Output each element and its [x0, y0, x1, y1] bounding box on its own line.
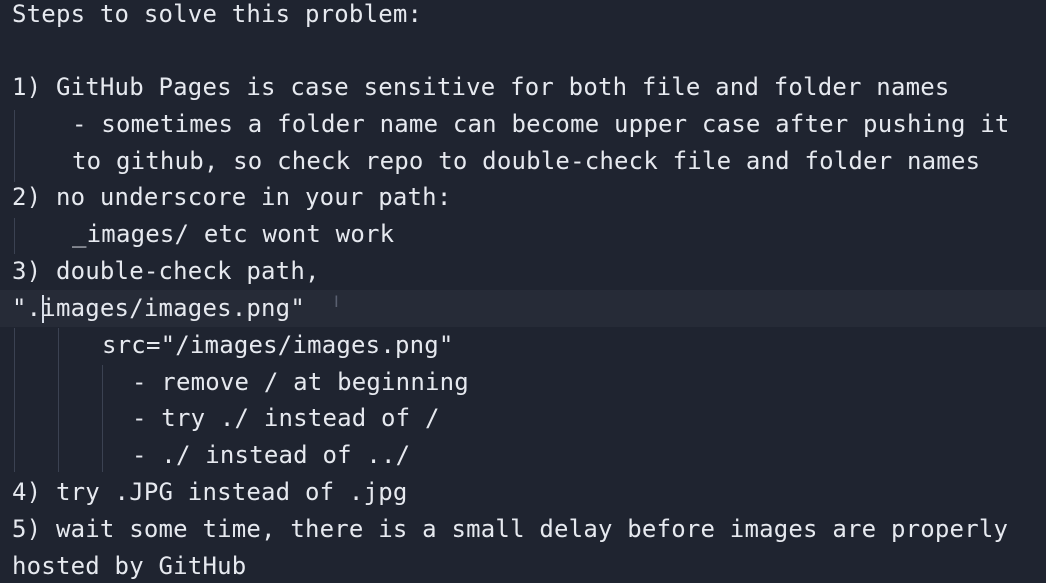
line-text: - try ./ instead of /: [132, 404, 440, 432]
text-cursor: [42, 295, 44, 323]
editor-line[interactable]: src="/images/images.png": [0, 327, 1046, 364]
editor-line[interactable]: [0, 33, 1046, 70]
editor-line[interactable]: 4) try .JPG instead of .jpg: [0, 474, 1046, 511]
editor-line[interactable]: 2) no underscore in your path:: [0, 179, 1046, 216]
mouse-ibeam-icon: I: [334, 292, 339, 311]
line-text: 1) GitHub Pages is case sensitive for bo…: [12, 73, 950, 101]
line-text: 3) double-check path,: [12, 257, 320, 285]
editor-line[interactable]: 5) wait some time, there is a small dela…: [0, 511, 1046, 548]
line-text: to github, so check repo to double-check…: [72, 147, 981, 175]
line-text: - ./ instead of ../: [132, 441, 411, 469]
editor-line[interactable]: - remove / at beginning: [0, 364, 1046, 401]
editor-line[interactable]: - try ./ instead of /: [0, 400, 1046, 437]
editor-line-current[interactable]: ".images/images.png" I: [0, 290, 1046, 327]
code-editor[interactable]: Steps to solve this problem: 1) GitHub P…: [0, 0, 1046, 583]
line-text: ".images/images.png": [12, 294, 305, 322]
editor-line[interactable]: 3) double-check path,: [0, 253, 1046, 290]
editor-line[interactable]: hosted by GitHub: [0, 548, 1046, 583]
line-text: 5) wait some time, there is a small dela…: [12, 515, 1009, 543]
editor-line[interactable]: Steps to solve this problem:: [0, 0, 1046, 33]
line-text: src="/images/images.png": [102, 331, 454, 359]
editor-line[interactable]: to github, so check repo to double-check…: [0, 143, 1046, 180]
editor-line[interactable]: - ./ instead of ../: [0, 437, 1046, 474]
editor-line[interactable]: _images/ etc wont work: [0, 216, 1046, 253]
line-text: hosted by GitHub: [12, 552, 247, 580]
line-text: _images/ etc wont work: [72, 220, 395, 248]
line-text: Steps to solve this problem:: [12, 0, 423, 28]
line-text: 4) try .JPG instead of .jpg: [12, 478, 408, 506]
line-text: - sometimes a folder name can become upp…: [72, 110, 1010, 138]
line-text: - remove / at beginning: [132, 368, 469, 396]
editor-line[interactable]: 1) GitHub Pages is case sensitive for bo…: [0, 69, 1046, 106]
line-text: 2) no underscore in your path:: [12, 183, 452, 211]
editor-line[interactable]: - sometimes a folder name can become upp…: [0, 106, 1046, 143]
